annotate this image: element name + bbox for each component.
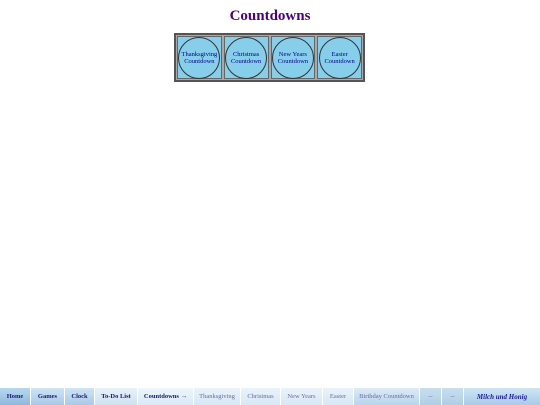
countdown-label-line2: Countdown: [184, 57, 215, 65]
nav-brand-link[interactable]: Milch und Honig: [464, 388, 540, 405]
new-years-countdown-button[interactable]: New Years Countdown: [271, 36, 314, 79]
countdown-cell-new-years: New Years Countdown: [270, 36, 316, 79]
countdown-cell-easter: Easter Countdown: [317, 36, 362, 79]
easter-countdown-button[interactable]: Easter Countdown: [318, 36, 361, 79]
countdown-grid: Thanksgiving Countdown Christmas Countdo…: [174, 33, 365, 82]
nav-birthday-countdown[interactable]: Birthday Countdown: [354, 388, 420, 405]
page-title: Countdowns: [229, 8, 311, 24]
nav-easter[interactable]: Easter: [323, 388, 354, 405]
nav-extra-2[interactable]: --: [442, 388, 464, 405]
nav-countdowns[interactable]: Countdowns →: [138, 388, 194, 405]
nav-thanksgiving[interactable]: Thanksgiving: [194, 388, 241, 405]
countdown-label-line2: Countdown: [277, 57, 309, 65]
bottom-navbar: Home Games Clock To-Do List Countdowns →…: [0, 388, 540, 405]
countdown-label-line2: Countdown: [324, 57, 355, 65]
countdown-label-line1: Thanksgiving: [181, 50, 218, 58]
nav-todo-list[interactable]: To-Do List: [95, 388, 138, 405]
countdown-label-line1: Christmas: [232, 50, 260, 58]
page: Countdowns Thanksgiving Countdown Christ…: [0, 0, 540, 405]
nav-clock[interactable]: Clock: [65, 388, 95, 405]
countdown-label-line2: Countdown: [230, 57, 262, 65]
countdown-cell-christmas: Christmas Countdown: [223, 36, 269, 79]
countdown-label-line1: Easter: [331, 50, 348, 58]
nav-new-years[interactable]: New Years: [281, 388, 323, 405]
nav-games[interactable]: Games: [31, 388, 65, 405]
nav-christmas[interactable]: Christmas: [241, 388, 281, 405]
nav-home[interactable]: Home: [0, 388, 31, 405]
nav-extra-1[interactable]: --: [420, 388, 442, 405]
christmas-countdown-button[interactable]: Christmas Countdown: [225, 36, 268, 79]
thanksgiving-countdown-button[interactable]: Thanksgiving Countdown: [178, 36, 221, 79]
countdown-label-line1: New Years: [278, 50, 307, 58]
countdown-cell-thanksgiving: Thanksgiving Countdown: [177, 36, 222, 79]
